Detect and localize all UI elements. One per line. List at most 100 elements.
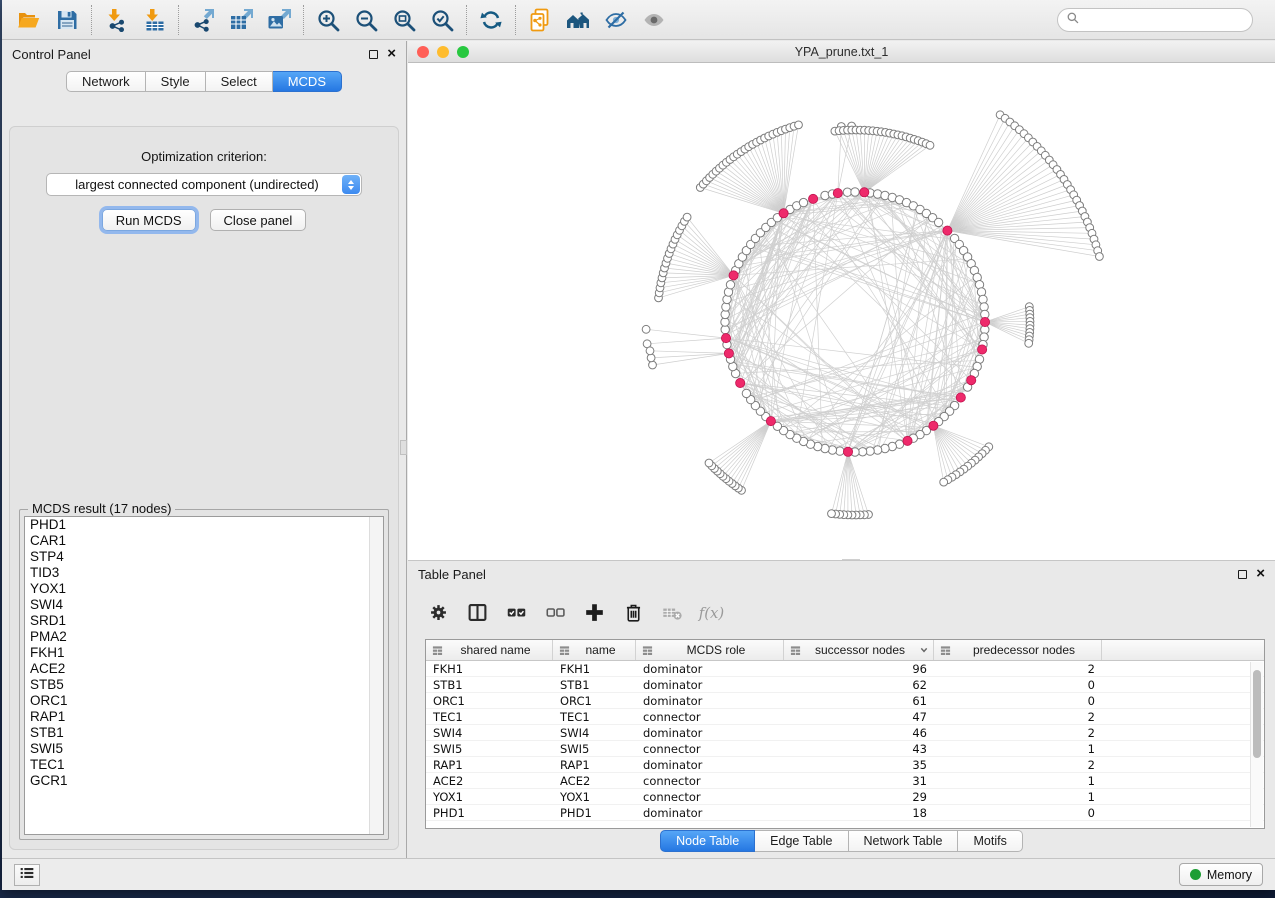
mcds-result-item[interactable]: SWI5 xyxy=(25,741,383,757)
select-all-button[interactable] xyxy=(500,597,532,627)
unselect-all-button[interactable] xyxy=(539,597,571,627)
show-columns-button[interactable] xyxy=(461,597,493,627)
export-table-button[interactable] xyxy=(222,4,260,36)
memory-button[interactable]: Memory xyxy=(1179,863,1263,886)
table-row[interactable]: ORC1ORC1dominator610 xyxy=(426,693,1264,709)
optimization-criterion-select[interactable]: largest connected component (undirected) xyxy=(46,173,362,196)
mcds-result-item[interactable]: GCR1 xyxy=(25,773,383,789)
delete-columns-button[interactable] xyxy=(617,597,649,627)
mcds-result-item[interactable]: RAP1 xyxy=(25,709,383,725)
table-cell: SWI4 xyxy=(426,726,553,740)
destroy-table-icon xyxy=(662,602,683,623)
table-row[interactable]: STB1STB1dominator620 xyxy=(426,677,1264,693)
network-view[interactable] xyxy=(408,63,1275,560)
task-history-button[interactable] xyxy=(14,864,40,886)
create-column-button[interactable] xyxy=(578,597,610,627)
column-header-successor-nodes[interactable]: successor nodes xyxy=(784,640,934,660)
panel-splitter-handle[interactable] xyxy=(400,440,407,455)
export-network-button[interactable] xyxy=(184,4,222,36)
table-tab-node-table[interactable]: Node Table xyxy=(660,830,755,852)
minimize-traffic-button[interactable] xyxy=(437,46,449,58)
mcds-result-item[interactable]: PHD1 xyxy=(25,517,383,533)
open-folder-button[interactable] xyxy=(10,4,48,36)
tab-network[interactable]: Network xyxy=(66,71,146,92)
column-header-shared-name[interactable]: shared name xyxy=(426,640,553,660)
application-window: Control Panel × NetworkStyleSelectMCDS O… xyxy=(2,0,1275,890)
table-tab-motifs[interactable]: Motifs xyxy=(958,830,1022,852)
table-tab-network-table[interactable]: Network Table xyxy=(849,830,959,852)
control-panel: Control Panel × NetworkStyleSelectMCDS O… xyxy=(2,41,407,858)
table-row[interactable]: SWI5SWI5connector431 xyxy=(426,741,1264,757)
close-icon[interactable]: × xyxy=(1256,569,1265,579)
result-list-scrollbar[interactable] xyxy=(369,517,383,834)
close-traffic-button[interactable] xyxy=(417,46,429,58)
mcds-result-item[interactable]: TEC1 xyxy=(25,757,383,773)
export-image-icon xyxy=(267,8,291,32)
close-icon[interactable]: × xyxy=(387,49,396,59)
mcds-result-item[interactable]: CAR1 xyxy=(25,533,383,549)
network-canvas[interactable] xyxy=(408,63,1275,560)
zoom-in-icon xyxy=(316,8,340,32)
settings-button[interactable] xyxy=(422,597,454,627)
search-icon xyxy=(1066,11,1085,30)
network-window-titlebar[interactable]: YPA_prune.txt_1 xyxy=(408,41,1275,63)
mcds-result-item[interactable]: STP4 xyxy=(25,549,383,565)
column-header-name[interactable]: name xyxy=(553,640,636,660)
zoom-fit-button[interactable] xyxy=(385,4,423,36)
tab-select[interactable]: Select xyxy=(206,71,273,92)
tab-style[interactable]: Style xyxy=(146,71,206,92)
table-row[interactable]: ACE2ACE2connector311 xyxy=(426,773,1264,789)
save-button[interactable] xyxy=(48,4,86,36)
duplicate-network-button[interactable] xyxy=(521,4,559,36)
export-image-button[interactable] xyxy=(260,4,298,36)
search-box[interactable] xyxy=(1057,8,1253,32)
run-mcds-button[interactable]: Run MCDS xyxy=(102,209,196,231)
float-icon[interactable] xyxy=(1238,570,1247,579)
mcds-result-item[interactable]: ORC1 xyxy=(25,693,383,709)
settings-icon xyxy=(428,602,449,623)
table-row[interactable]: PHD1PHD1dominator180 xyxy=(426,805,1264,821)
toolbar-separator xyxy=(91,5,92,35)
table-scrollbar[interactable] xyxy=(1250,662,1263,827)
column-header-predecessor-nodes[interactable]: predecessor nodes xyxy=(934,640,1102,660)
show-all-button[interactable] xyxy=(635,4,673,36)
mcds-result-list[interactable]: PHD1CAR1STP4TID3YOX1SWI4SRD1PMA2FKH1ACE2… xyxy=(24,516,384,835)
import-network-button[interactable] xyxy=(97,4,135,36)
zoom-selected-button[interactable] xyxy=(423,4,461,36)
hide-selected-button[interactable] xyxy=(597,4,635,36)
table-scrollbar-thumb[interactable] xyxy=(1253,670,1261,758)
mcds-result-item[interactable]: FKH1 xyxy=(25,645,383,661)
zoom-in-button[interactable] xyxy=(309,4,347,36)
table-row[interactable]: SWI4SWI4dominator462 xyxy=(426,725,1264,741)
table-row[interactable]: YOX1YOX1connector291 xyxy=(426,789,1264,805)
zoom-traffic-button[interactable] xyxy=(457,46,469,58)
zoom-out-button[interactable] xyxy=(347,4,385,36)
table-row[interactable]: TEC1TEC1connector472 xyxy=(426,709,1264,725)
table-tab-edge-table[interactable]: Edge Table xyxy=(755,830,848,852)
table-cell: ORC1 xyxy=(426,694,553,708)
search-input[interactable] xyxy=(1085,12,1244,28)
table-row[interactable]: FKH1FKH1dominator962 xyxy=(426,661,1264,677)
column-header-MCDS-role[interactable]: MCDS role xyxy=(636,640,784,660)
function-builder-button: f(x) xyxy=(695,597,727,627)
mcds-result-item[interactable]: PMA2 xyxy=(25,629,383,645)
table-cell: SWI4 xyxy=(553,726,636,740)
mcds-result-item[interactable]: STB5 xyxy=(25,677,383,693)
close-panel-button[interactable]: Close panel xyxy=(210,209,307,231)
table-cell: 2 xyxy=(934,662,1102,676)
table-body: FKH1FKH1dominator962STB1STB1dominator620… xyxy=(426,661,1264,821)
mcds-result-item[interactable]: STB1 xyxy=(25,725,383,741)
import-table-button[interactable] xyxy=(135,4,173,36)
mcds-result-item[interactable]: SWI4 xyxy=(25,597,383,613)
table-cell: dominator xyxy=(636,694,784,708)
mcds-result-item[interactable]: TID3 xyxy=(25,565,383,581)
table-row[interactable]: RAP1RAP1dominator352 xyxy=(426,757,1264,773)
tab-mcds[interactable]: MCDS xyxy=(273,71,342,92)
mcds-result-item[interactable]: SRD1 xyxy=(25,613,383,629)
refresh-button[interactable] xyxy=(472,4,510,36)
mcds-result-item[interactable]: YOX1 xyxy=(25,581,383,597)
first-neighbors-button[interactable] xyxy=(559,4,597,36)
float-icon[interactable] xyxy=(369,50,378,59)
show-columns-icon xyxy=(467,602,488,623)
mcds-result-item[interactable]: ACE2 xyxy=(25,661,383,677)
